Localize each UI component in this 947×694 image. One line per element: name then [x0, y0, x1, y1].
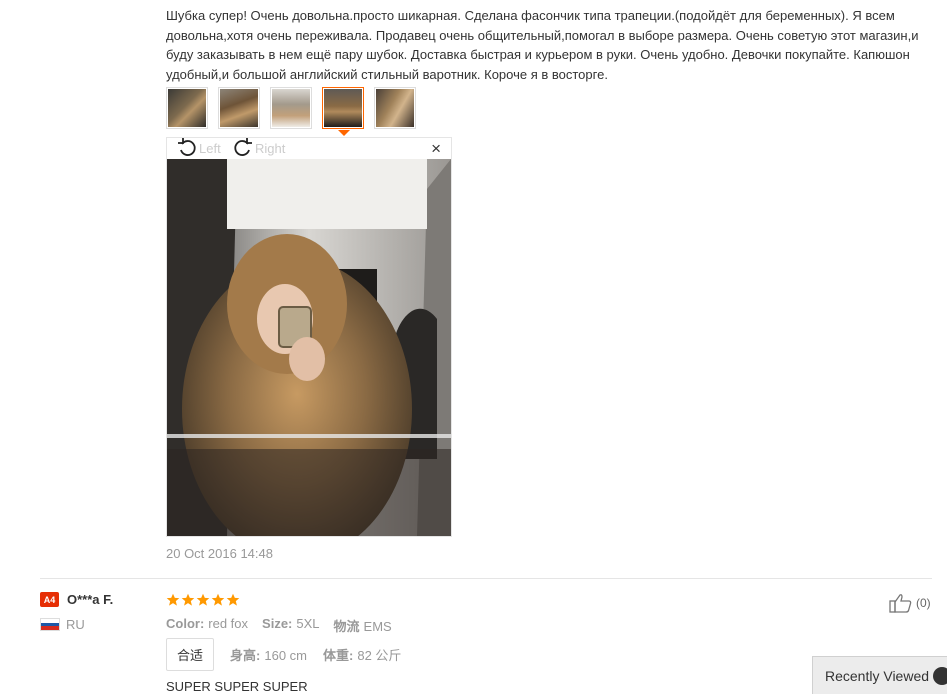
weight-info: 体重: 82 公斤: [323, 648, 402, 663]
review-thumbnail[interactable]: [218, 87, 260, 129]
country-code: RU: [66, 617, 85, 632]
recently-viewed-button[interactable]: Recently Viewed: [812, 656, 947, 694]
buyer-level-badge: A4: [40, 592, 59, 607]
review-date: 20 Oct 2016 14:48: [166, 546, 273, 561]
rotate-left-label: Left: [199, 140, 221, 156]
rotate-left-icon: [178, 138, 196, 156]
russia-flag-icon: [40, 618, 60, 631]
review-thumbnail[interactable]: [270, 87, 312, 129]
fit-tag: 合适: [166, 638, 215, 671]
color-attribute: Color: red fox: [166, 616, 249, 631]
reviewer-country: RU: [40, 617, 113, 632]
review-thumbnail[interactable]: [374, 87, 416, 129]
review-thumbnail[interactable]: [166, 87, 208, 129]
helpful-count: (0): [916, 596, 931, 610]
star-icon: [196, 593, 210, 606]
rotate-right-icon: [234, 138, 252, 156]
size-attribute: Size: 5XL: [262, 616, 320, 631]
reviewer-name: O***a F.: [67, 592, 114, 607]
logistics-attribute: 物流 EMS: [333, 619, 392, 634]
star-icon: [181, 593, 195, 606]
close-icon[interactable]: ×: [431, 140, 441, 158]
rotate-right-button[interactable]: Right: [233, 138, 285, 158]
product-attributes: Color: red fox Size: 5XL 物流 EMS: [166, 616, 392, 635]
thumbs-up-icon: [889, 594, 912, 613]
clock-icon: [933, 667, 947, 685]
star-icon: [166, 593, 180, 606]
review-divider: [40, 578, 932, 579]
height-info: 身高: 160 cm: [230, 648, 307, 663]
review-photo-image: [167, 159, 451, 536]
reviewer-info: A4 O***a F. RU: [40, 592, 113, 632]
review-thumbnail-active[interactable]: [322, 87, 364, 136]
rotate-left-button[interactable]: Left: [177, 138, 221, 158]
review-photo: [167, 159, 451, 536]
review-thumbnails: [166, 87, 416, 136]
rotate-right-label: Right: [255, 140, 286, 156]
recently-viewed-label: Recently Viewed: [825, 667, 930, 684]
star-rating: [166, 593, 240, 607]
star-icon: [226, 593, 240, 606]
image-viewer: Left Right ×: [166, 137, 452, 537]
review-text: Шубка супер! Очень довольна.просто шикар…: [166, 8, 919, 82]
helpful-button[interactable]: (0): [889, 593, 931, 613]
image-viewer-toolbar: Left Right ×: [167, 138, 451, 159]
star-icon: [211, 593, 225, 606]
fit-info: 合适 身高: 160 cm 体重: 82 公斤: [166, 638, 401, 671]
review-text: SUPER SUPER SUPER: [166, 679, 308, 694]
